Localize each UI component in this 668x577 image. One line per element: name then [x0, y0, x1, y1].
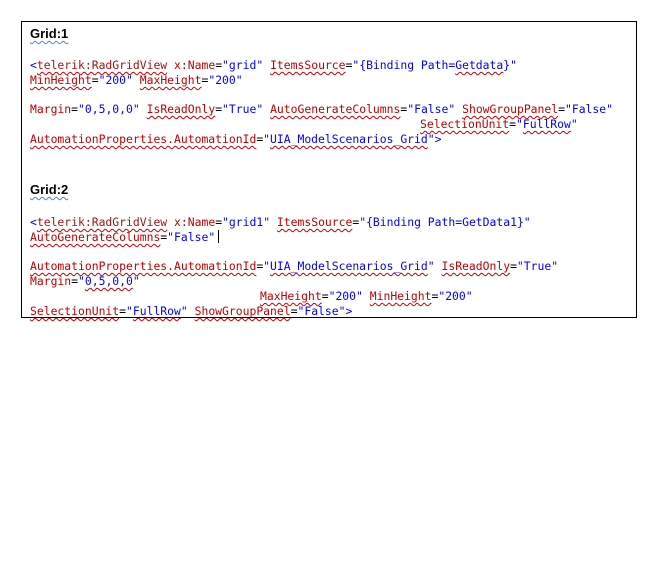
grid2-code-line-3: AutomationProperties.AutomationId="UIA_M…	[30, 259, 559, 273]
grid2-heading: Grid:2	[30, 182, 69, 197]
grid2-code-line-4: Margin="0,5,0,0"	[30, 274, 140, 288]
grid1-heading: Grid:1	[30, 26, 69, 41]
grid2-code-line-2: AutoGenerateColumns="False"	[30, 230, 220, 244]
grid2-code-line-5: MaxHeight="200" MinHeight="200"	[260, 289, 473, 303]
grid2-code-line-6: SelectionUnit="FullRow" ShowGroupPanel="…	[30, 304, 353, 318]
grid1-code-line-1: <telerik:RadGridView x:Name="grid" Items…	[30, 58, 517, 72]
grid1-code-line-4: SelectionUnit="FullRow"	[420, 117, 578, 131]
grid1-code-line-5: AutomationProperties.AutomationId="UIA_M…	[30, 132, 442, 146]
document-page[interactable]: Grid:1 <telerik:RadGridView x:Name="grid…	[21, 21, 637, 318]
text-cursor	[218, 230, 220, 243]
grid1-code-line-2: MinHeight="200" MaxHeight="200"	[30, 73, 243, 87]
grid1-code-line-3: Margin="0,5,0,0" IsReadOnly="True" AutoG…	[30, 102, 613, 116]
grid2-code-line-1: <telerik:RadGridView x:Name="grid1" Item…	[30, 215, 531, 229]
